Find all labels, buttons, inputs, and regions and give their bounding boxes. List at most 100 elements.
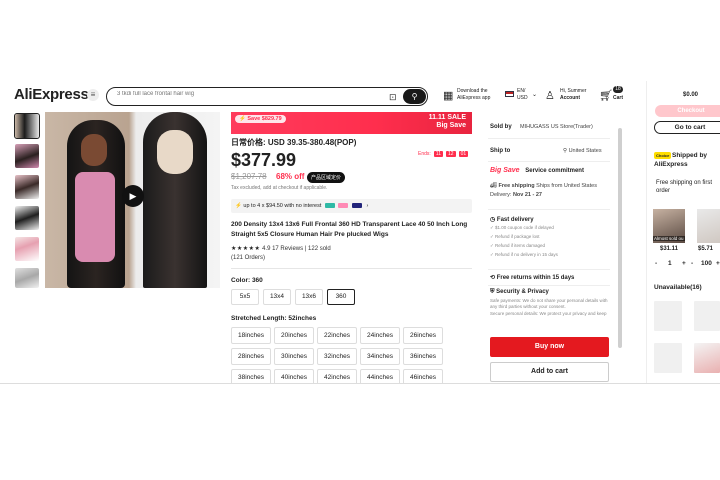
length-option[interactable]: 42inches (317, 369, 357, 383)
review-count[interactable]: 17 Reviews (272, 246, 303, 252)
countdown-seconds: 01 (458, 151, 469, 157)
cart-item-price: $31.11 (660, 246, 679, 252)
gallery-thumbnail[interactable] (15, 268, 39, 288)
unavailable-item-image[interactable] (654, 343, 682, 373)
buy-now-button[interactable]: Buy now (490, 337, 609, 357)
color-option-selected[interactable]: 360 (327, 289, 355, 305)
qr-code-icon[interactable]: ▦ (443, 89, 453, 102)
cart-total: $0.00 (683, 92, 699, 98)
length-option[interactable]: 20inches (274, 327, 314, 344)
ships-from: Ships from United States (536, 183, 597, 189)
length-option[interactable]: 32inches (317, 348, 357, 365)
service-commitment-label: Service commitment (525, 168, 584, 174)
qty-decrease-button[interactable]: - (655, 260, 657, 267)
gallery-thumbnail[interactable] (15, 206, 39, 230)
sold-count: 122 sold (308, 246, 331, 252)
countdown-minutes: 12 (446, 151, 456, 157)
save-amount-pill: ⚡ Save $829.79 (235, 115, 286, 123)
cart-label[interactable]: Cart (613, 95, 623, 102)
us-flag-icon (505, 91, 514, 97)
cart-icon[interactable]: 🛒︎ (599, 89, 613, 102)
menu-icon[interactable]: ≡ (87, 89, 99, 101)
add-to-cart-button[interactable]: Add to cart (490, 362, 609, 382)
product-main-image[interactable]: ▶ (45, 112, 220, 288)
installment-text: up to 4 x $94.50 with no interest (243, 203, 322, 209)
bottom-blank-area (0, 383, 720, 480)
length-option[interactable]: 22inches (317, 327, 357, 344)
fast-delivery-item: Refund if items damaged (495, 243, 546, 248)
gallery-thumbnail[interactable] (15, 237, 39, 261)
orders-count: (121 Orders) (231, 255, 266, 261)
delivery-date: Nov 21 - 27 (512, 191, 542, 198)
length-option[interactable]: 34inches (360, 348, 400, 365)
search-button[interactable]: ⚲ (403, 89, 426, 104)
cart-item-price: $5.71 (698, 246, 714, 252)
regional-pricing-badge[interactable]: 产品区域定价 (307, 172, 346, 183)
ship-to-label: Ship to (490, 148, 511, 154)
length-option[interactable]: 30inches (274, 348, 314, 365)
length-option[interactable]: 28inches (231, 348, 271, 365)
length-option[interactable]: 40inches (274, 369, 314, 383)
checkout-button[interactable]: Checkout (655, 105, 720, 117)
current-price: $377.99 (231, 150, 297, 170)
user-icon[interactable]: ♙ (545, 89, 555, 102)
length-option[interactable]: 38inches (231, 369, 271, 383)
language-currency-selector[interactable]: EN/ USD (517, 88, 531, 101)
choice-badge: Choice (654, 152, 672, 159)
countdown-label: Ends: (418, 151, 431, 157)
length-option[interactable]: 46inches (403, 369, 443, 383)
divider (488, 285, 610, 286)
installment-banner[interactable]: ⚡ up to 4 x $94.50 with no interest › (231, 199, 472, 213)
fast-delivery-item: Refund if package lost (495, 234, 540, 239)
store-link[interactable]: MIHUGASS US Store(Trader) (520, 124, 593, 132)
fast-delivery-item: Refund if no delivery in 15 days (495, 252, 558, 257)
panel-scrollbar-thumb[interactable] (618, 128, 622, 348)
tax-note: Tax excluded, add at checkout if applica… (231, 185, 328, 191)
unavailable-item-image[interactable] (654, 301, 682, 331)
divider (488, 161, 610, 162)
rating-row[interactable]: ★★★★★ 4.9 17 Reviews | 122 sold (231, 245, 331, 252)
qty-value[interactable]: 1 (668, 260, 672, 267)
clock-icon: ◷ (490, 217, 497, 223)
search-input[interactable] (117, 91, 377, 97)
color-option[interactable]: 5x5 (231, 289, 259, 305)
length-option[interactable]: 36inches (403, 348, 443, 365)
length-option[interactable]: 44inches (360, 369, 400, 383)
gallery-thumbnail[interactable] (15, 175, 39, 199)
image-search-icon[interactable]: ⊡ (389, 92, 399, 102)
color-option[interactable]: 13x6 (295, 289, 323, 305)
save-amount: Save $829.79 (247, 116, 282, 122)
chevron-down-icon: ⌄ (532, 92, 538, 98)
divider (488, 138, 610, 139)
unavailable-item-image[interactable] (694, 301, 720, 331)
cart-item-image[interactable] (697, 209, 720, 243)
length-option[interactable]: 18inches (231, 327, 271, 344)
qty-decrease-button[interactable]: - (691, 260, 693, 267)
account-menu[interactable]: Hi, Summer Account (560, 88, 596, 101)
go-to-cart-button[interactable]: Go to cart (654, 121, 720, 134)
fast-delivery-item: $1.00 coupon code if delayed (495, 225, 554, 230)
wig-lace (157, 130, 193, 174)
qty-value[interactable]: 100 (701, 260, 712, 267)
download-app-link[interactable]: Download the AliExpress app (457, 88, 497, 101)
color-label: Color: 360 (231, 277, 263, 284)
aliexpress-logo[interactable]: AliExpress (14, 86, 89, 103)
qty-increase-button[interactable]: + (682, 260, 686, 267)
search-icon: ⚲ (411, 92, 418, 101)
big-save-brand: Big Save (490, 167, 520, 174)
unavailable-item-image[interactable] (694, 343, 720, 373)
fast-delivery-section: ◷ Fast delivery ✓ $1.00 coupon code if d… (490, 217, 558, 257)
gallery-thumbnail[interactable] (15, 144, 39, 168)
color-option[interactable]: 13x4 (263, 289, 291, 305)
sale-title-line1: 11.11 SALE (428, 114, 466, 121)
sale-title: 11.11 SALE Big Save (429, 114, 466, 130)
length-option[interactable]: 24inches (360, 327, 400, 344)
qty-increase-button[interactable]: + (716, 260, 720, 267)
service-commitment-header: Big Save Service commitment (490, 167, 584, 174)
play-icon: ▶ (129, 191, 137, 201)
video-play-button[interactable]: ▶ (122, 185, 144, 207)
gallery-thumbnail[interactable] (14, 113, 40, 139)
length-option[interactable]: 26inches (403, 327, 443, 344)
ship-to-selector[interactable]: ⚲ United States (563, 148, 602, 156)
cart-count-badge: 18 (613, 86, 623, 93)
